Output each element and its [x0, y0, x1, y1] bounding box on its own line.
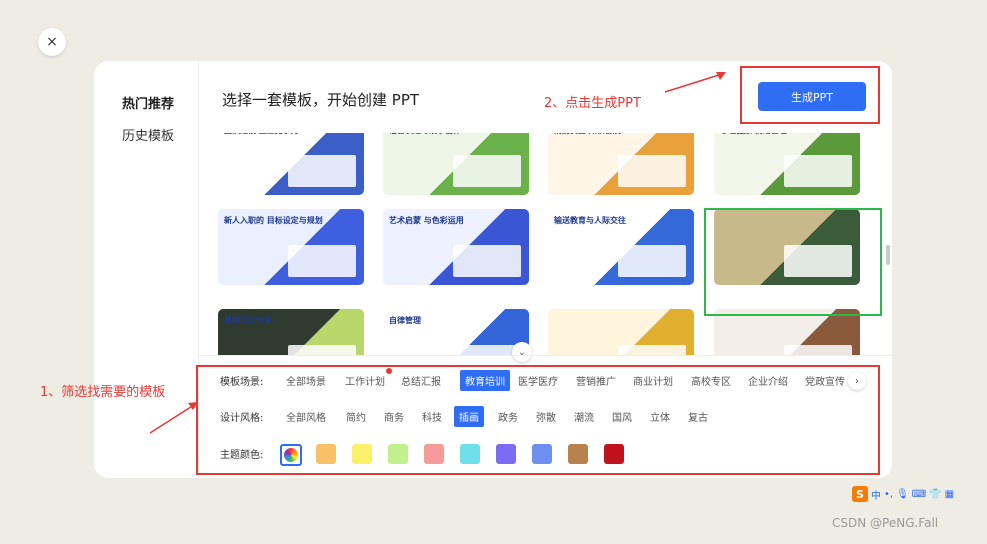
template-title: 团队建设 企业竞争力 — [224, 133, 299, 136]
highlight-generate — [740, 66, 880, 124]
template-title: 消防安全 知识普及 — [554, 133, 621, 136]
skin-icon: 👕 — [929, 488, 942, 500]
highlight-selected-template — [704, 208, 882, 316]
template-preview-panel — [453, 245, 521, 277]
keyboard-icon: ⌨ — [911, 488, 927, 500]
ime-mode: 中 — [871, 490, 881, 502]
template-card[interactable]: 暑期运动伤害 — [218, 309, 364, 355]
template-card[interactable]: 消防安全 知识普及 — [548, 133, 694, 195]
template-preview-panel — [453, 155, 521, 187]
template-title: 输送教育与人际交往 — [554, 216, 626, 225]
highlight-filters — [196, 365, 880, 475]
annotation-step1: 1、筛选找需要的模板 — [40, 385, 166, 400]
watermark: CSDN @PeNG.Fall — [832, 516, 939, 530]
template-title: 暑期运动伤害 — [224, 316, 272, 325]
mic-icon: 🎙 — [896, 488, 909, 500]
template-title: 心理健康 情绪管理 — [720, 133, 787, 136]
template-preview-panel — [288, 345, 356, 355]
template-preview-panel — [618, 345, 686, 355]
close-button[interactable]: × — [38, 28, 66, 56]
sidebar: 热门推荐 历史模板 — [94, 61, 199, 478]
template-preview-panel — [618, 245, 686, 277]
grid-icon: ▦ — [944, 488, 955, 500]
template-card[interactable] — [548, 309, 694, 355]
template-card[interactable]: 艺术启蒙 与色彩运用 — [383, 209, 529, 285]
punct-icon: •, — [884, 488, 894, 500]
template-card[interactable]: 心理健康 情绪管理 — [714, 133, 860, 195]
template-preview-panel — [453, 345, 521, 355]
template-title: 语言表达与故事创作 — [389, 133, 461, 136]
template-title: 自律管理 — [389, 316, 421, 325]
template-preview-panel — [288, 245, 356, 277]
template-preview-panel — [288, 155, 356, 187]
template-preview-panel — [784, 345, 852, 355]
template-title: 新人入职的 目标设定与规划 — [224, 216, 323, 225]
annotation-step2: 2、点击生成PPT — [544, 96, 641, 111]
sogou-logo-icon: S — [852, 486, 868, 502]
template-card[interactable]: 语言表达与故事创作 — [383, 133, 529, 195]
ime-toolbar[interactable]: S 中 •, 🎙 ⌨ 👕 ▦ — [852, 484, 954, 504]
template-card[interactable]: 自律管理 — [383, 309, 529, 355]
template-title: 艺术启蒙 与色彩运用 — [389, 216, 464, 225]
template-preview-panel — [784, 155, 852, 187]
sidebar-item-hot[interactable]: 热门推荐 — [122, 93, 174, 112]
page-title: 选择一套模板，开始创建 PPT — [222, 91, 420, 109]
close-icon: × — [46, 34, 58, 50]
template-card[interactable]: 输送教育与人际交往 — [548, 209, 694, 285]
template-card[interactable]: 团队建设 企业竞争力 — [218, 133, 364, 195]
sidebar-item-history[interactable]: 历史模板 — [122, 125, 174, 144]
template-card[interactable]: 新人入职的 目标设定与规划 — [218, 209, 364, 285]
template-preview-panel — [618, 155, 686, 187]
scrollbar[interactable] — [886, 245, 890, 265]
